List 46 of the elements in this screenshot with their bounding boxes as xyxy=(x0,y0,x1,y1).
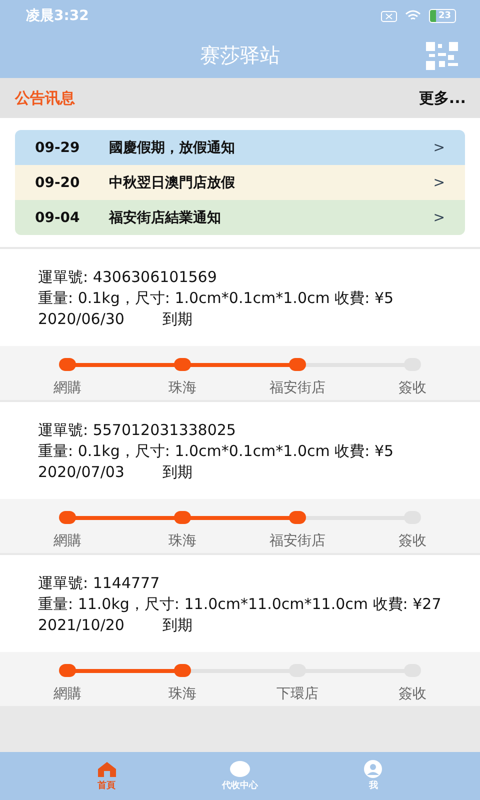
notice-item[interactable]: 09-20 中秋翌日澳門店放假 > xyxy=(15,165,465,200)
step-label: 簽收 xyxy=(398,685,426,703)
status-time: 凌晨3:32 xyxy=(26,7,89,25)
due-date: 2020/07/03 xyxy=(38,462,124,483)
step-label: 福安街店 xyxy=(270,379,326,397)
parcel-details: 重量: 0.1kg，尺寸: 1.0cm*0.1cm*1.0cm 收費: ¥5 xyxy=(38,441,395,462)
user-icon xyxy=(362,760,384,778)
more-link[interactable]: 更多... xyxy=(418,88,466,108)
notice-date: 09-04 xyxy=(35,210,81,226)
step-label: 簽收 xyxy=(398,532,426,550)
step-label: 網購 xyxy=(54,379,82,397)
due-label: 到期 xyxy=(162,309,192,330)
home-icon xyxy=(96,760,118,778)
wifi-icon xyxy=(405,10,422,22)
step-label: 福安街店 xyxy=(270,532,326,550)
notice-date: 09-20 xyxy=(35,174,81,190)
due-date: 2020/06/30 xyxy=(38,309,124,330)
step-label: 珠海 xyxy=(168,685,196,703)
parcel-details: 重量: 0.1kg，尺寸: 1.0cm*0.1cm*1.0cm 收費: ¥5 xyxy=(38,288,395,309)
step-label: 下環店 xyxy=(276,685,318,703)
waybill-number: 運單號: 1144777 xyxy=(38,573,161,594)
notice-date: 09-29 xyxy=(35,140,81,156)
step-label: 珠海 xyxy=(168,532,196,550)
battery-icon: 23 xyxy=(429,9,456,23)
step-label: 網購 xyxy=(54,532,82,550)
due-label: 到期 xyxy=(162,615,192,636)
qr-code-button[interactable] xyxy=(426,42,458,70)
waybill-number: 運單號: 557012031338025 xyxy=(38,420,237,441)
notice-item[interactable]: 09-04 福安街店結業通知 > xyxy=(15,200,465,235)
notice-text: 國慶假期，放假通知 xyxy=(109,138,236,156)
due-label: 到期 xyxy=(162,462,192,483)
waybill-number: 運單號: 4306306101569 xyxy=(38,267,218,288)
due-date: 2021/10/20 xyxy=(38,615,124,636)
step-label: 簽收 xyxy=(398,379,426,397)
notice-text: 福安街店結業通知 xyxy=(109,208,222,226)
chevron-icon: > xyxy=(433,174,445,190)
chevron-icon: > xyxy=(433,140,445,156)
step-label: 網購 xyxy=(54,685,82,703)
notice-item[interactable]: 09-29 國慶假期，放假通知 > xyxy=(15,130,465,165)
notice-text: 中秋翌日澳門店放假 xyxy=(109,174,236,192)
app-title: 赛莎驿站 xyxy=(200,42,280,68)
section-title: 公告讯息 xyxy=(15,88,75,108)
parcel-details: 重量: 11.0kg，尺寸: 11.0cm*11.0cm*11.0cm 收費: ¥27 xyxy=(38,594,442,615)
chevron-icon: > xyxy=(433,210,445,226)
sim-icon xyxy=(381,10,398,22)
step-label: 珠海 xyxy=(168,379,196,397)
